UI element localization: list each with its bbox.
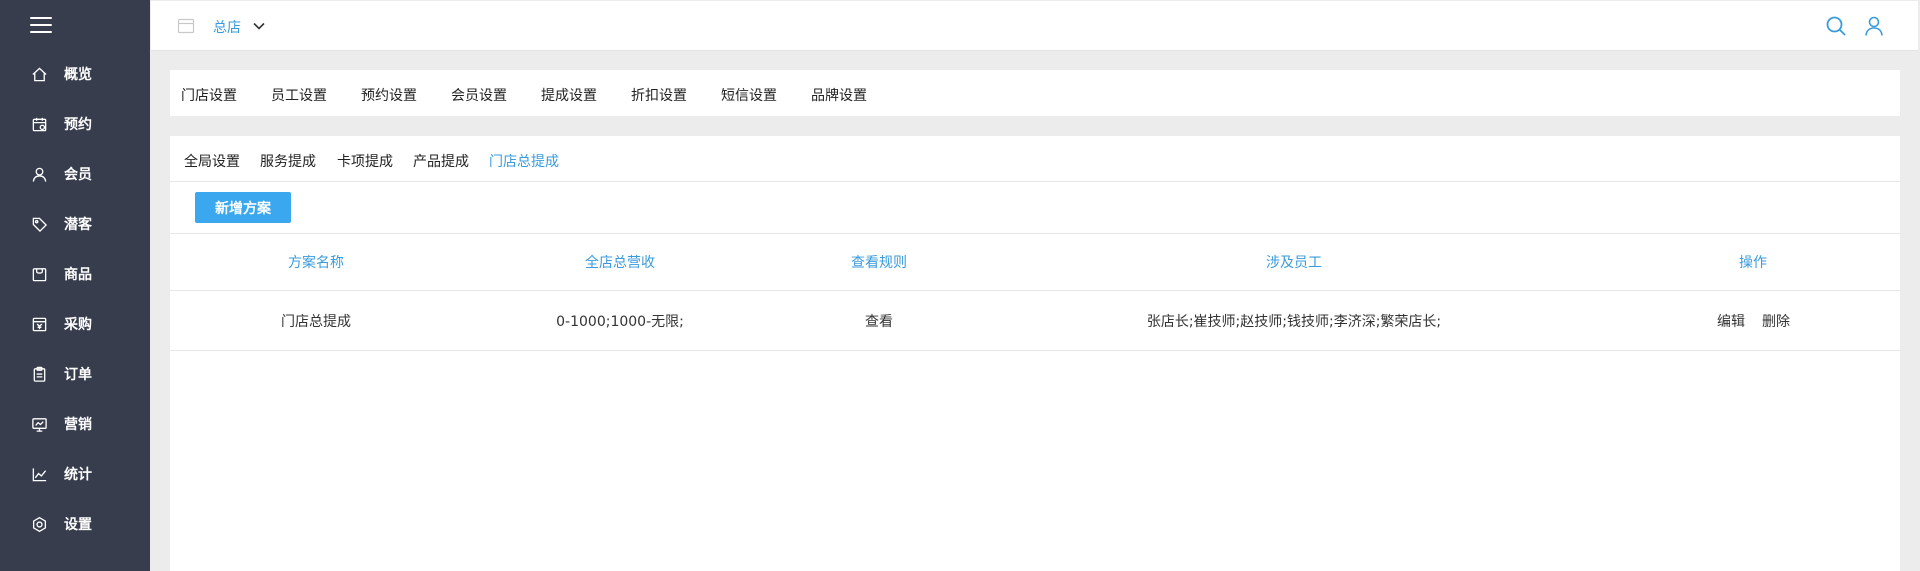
column-header-plan-name: 方案名称	[288, 255, 344, 271]
cell-employees: 张店长;崔技师;赵技师;钱技师;李济深;繁荣店长;	[1146, 313, 1442, 330]
sidebar-item-label: 会员	[64, 167, 92, 183]
purchase-icon	[30, 315, 48, 333]
chart-icon	[30, 465, 48, 483]
tab-global-settings[interactable]: 全局设置	[184, 151, 240, 171]
clipboard-icon	[30, 365, 48, 383]
tab-sms-settings[interactable]: 短信设置	[721, 85, 777, 105]
sidebar-item-label: 潜客	[64, 217, 92, 233]
sidebar-item-orders[interactable]: 订单	[0, 349, 150, 399]
sidebar-nav: 概览 预约 会员 潜客 商品 采购 订单 营销 统计 设置	[0, 49, 150, 549]
sidebar-item-label: 营销	[64, 417, 92, 433]
tab-store-total-commission[interactable]: 门店总提成	[489, 151, 559, 171]
gear-icon	[30, 515, 48, 533]
column-header-actions: 操作	[1739, 255, 1767, 271]
edit-link[interactable]: 编辑	[1717, 311, 1745, 331]
cell-plan-name: 门店总提成	[281, 313, 351, 330]
menu-toggle-icon[interactable]	[30, 17, 52, 33]
tab-member-settings[interactable]: 会员设置	[451, 85, 507, 105]
sidebar-item-label: 预约	[64, 117, 92, 133]
sidebar-item-members[interactable]: 会员	[0, 149, 150, 199]
sidebar-item-label: 统计	[64, 467, 92, 483]
sidebar-item-statistics[interactable]: 统计	[0, 449, 150, 499]
column-header-employees: 涉及员工	[1266, 255, 1322, 271]
sidebar-item-label: 概览	[64, 67, 92, 83]
calendar-icon	[30, 115, 48, 133]
home-icon	[30, 65, 48, 83]
cell-total-revenue: 0-1000;1000-无限;	[556, 313, 684, 330]
store-selector[interactable]: 总店	[213, 17, 241, 37]
delete-link[interactable]: 删除	[1762, 311, 1790, 331]
tab-service-commission[interactable]: 服务提成	[260, 151, 316, 171]
sidebar-item-prospects[interactable]: 潜客	[0, 199, 150, 249]
add-plan-button[interactable]: 新增方案	[195, 192, 291, 223]
table-row: 门店总提成 0-1000;1000-无限; 查看 张店长;崔技师;赵技师;钱技师…	[170, 291, 1900, 351]
tab-discount-settings[interactable]: 折扣设置	[631, 85, 687, 105]
sidebar-item-overview[interactable]: 概览	[0, 49, 150, 99]
sidebar-item-marketing[interactable]: 营销	[0, 399, 150, 449]
top-bar: 总店	[151, 1, 1918, 51]
tab-product-commission[interactable]: 产品提成	[413, 151, 469, 171]
sidebar-item-settings[interactable]: 设置	[0, 499, 150, 549]
bag-icon	[30, 265, 48, 283]
sidebar-item-products[interactable]: 商品	[0, 249, 150, 299]
tab-card-commission[interactable]: 卡项提成	[337, 151, 393, 171]
store-icon	[177, 18, 195, 34]
tab-appointment-settings[interactable]: 预约设置	[361, 85, 417, 105]
tag-icon	[30, 215, 48, 233]
user-profile-icon[interactable]	[1864, 15, 1884, 37]
search-icon[interactable]	[1825, 15, 1847, 37]
sidebar: 概览 预约 会员 潜客 商品 采购 订单 营销 统计 设置	[0, 0, 150, 571]
marketing-icon	[30, 415, 48, 433]
tab-staff-settings[interactable]: 员工设置	[271, 85, 327, 105]
sidebar-item-purchase[interactable]: 采购	[0, 299, 150, 349]
sidebar-item-label: 设置	[64, 517, 92, 533]
view-rules-link[interactable]: 查看	[865, 311, 893, 331]
user-icon	[30, 165, 48, 183]
chevron-down-icon[interactable]	[252, 19, 266, 33]
tab-brand-settings[interactable]: 品牌设置	[811, 85, 867, 105]
table-header: 方案名称 全店总营收 查看规则 涉及员工 操作	[170, 233, 1900, 291]
commission-panel: 全局设置 服务提成 卡项提成 产品提成 门店总提成 新增方案 方案名称 全店总营…	[170, 136, 1900, 571]
commission-sub-tabs: 全局设置 服务提成 卡项提成 产品提成 门店总提成	[170, 136, 1900, 182]
tab-store-settings[interactable]: 门店设置	[181, 85, 237, 105]
column-header-view-rules: 查看规则	[851, 255, 907, 271]
sidebar-item-appointment[interactable]: 预约	[0, 99, 150, 149]
sidebar-item-label: 采购	[64, 317, 92, 333]
settings-tabs: 门店设置 员工设置 预约设置 会员设置 提成设置 折扣设置 短信设置 品牌设置	[170, 70, 1900, 116]
tab-commission-settings[interactable]: 提成设置	[541, 85, 597, 105]
sidebar-item-label: 订单	[64, 367, 92, 383]
column-header-total-revenue: 全店总营收	[585, 255, 655, 271]
sidebar-item-label: 商品	[64, 267, 92, 283]
